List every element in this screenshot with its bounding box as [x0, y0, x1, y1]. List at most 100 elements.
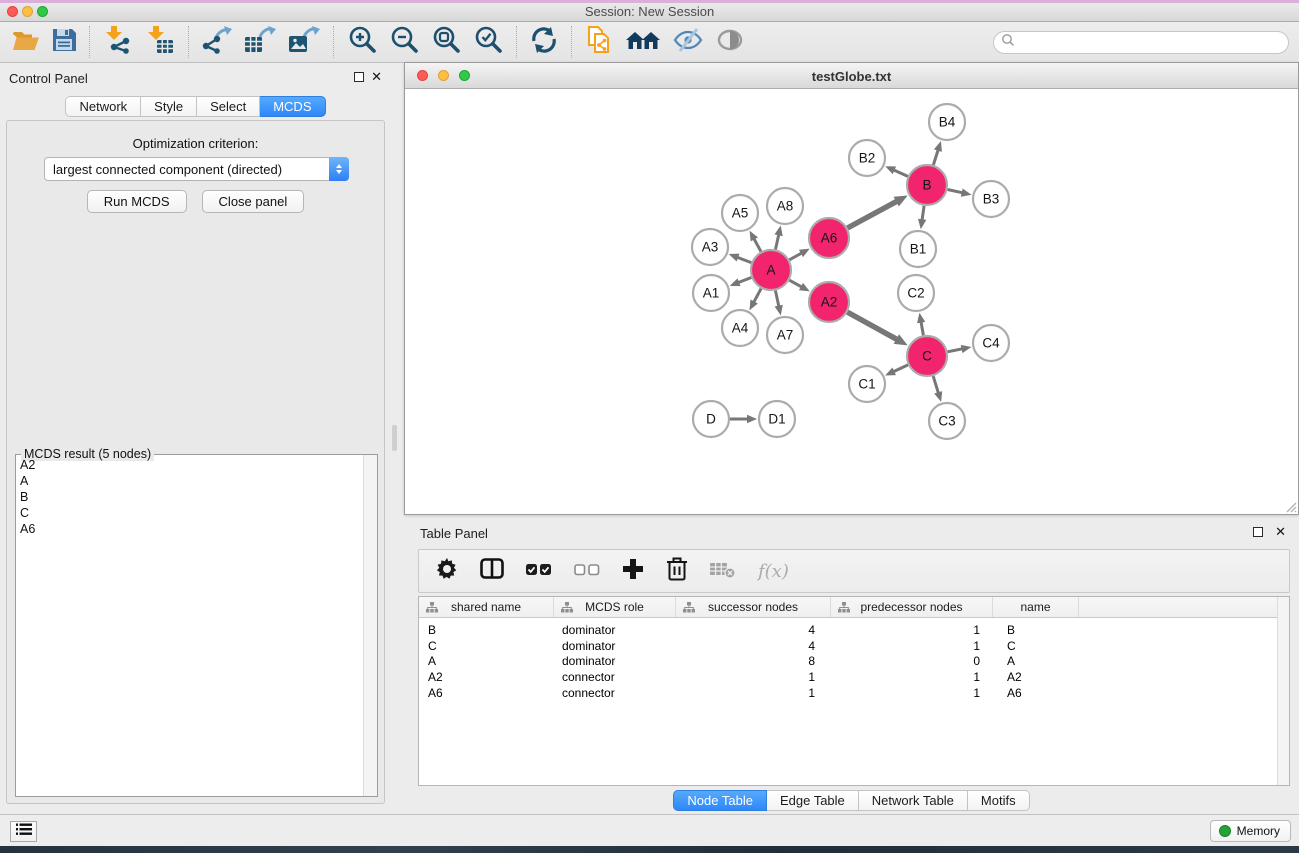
tab-mcds[interactable]: MCDS: [260, 96, 325, 117]
column-header-mcds-role[interactable]: MCDS role: [554, 597, 676, 617]
graph-edge[interactable]: [789, 253, 801, 260]
list-item[interactable]: C: [16, 505, 363, 521]
tab-network-table[interactable]: Network Table: [859, 790, 968, 811]
network-window-title: testGlobe.txt: [405, 69, 1298, 84]
resize-grip-icon[interactable]: [1284, 500, 1297, 513]
clone-network-button[interactable]: [579, 26, 619, 58]
show-panel-button[interactable]: [709, 26, 751, 58]
tab-node-table[interactable]: Node Table: [673, 790, 767, 811]
control-panel-header: Control Panel ✕: [0, 63, 391, 91]
graph-edge[interactable]: [948, 189, 963, 192]
hide-panels-button[interactable]: [667, 26, 709, 58]
table-tabs: Node Table Edge Table Network Table Moti…: [404, 790, 1299, 811]
graph-edge[interactable]: [754, 238, 761, 251]
table-row[interactable]: Bdominator41B: [419, 622, 1289, 638]
table-close-panel-icon[interactable]: ✕: [1275, 524, 1286, 540]
import-network-button[interactable]: [97, 26, 139, 58]
open-session-button[interactable]: [6, 26, 46, 58]
table-cell: B: [993, 623, 1079, 637]
panel-splitter-handle[interactable]: [392, 425, 397, 451]
graph-edge[interactable]: [893, 170, 907, 176]
settings-gear-icon[interactable]: [436, 558, 458, 585]
table-cell: 4: [676, 623, 831, 637]
network-canvas[interactable]: AA6A2BCA5A8A3A1A4A7B2B4B3B1C2C4C1C3DD1: [405, 89, 1298, 514]
table-scrollbar[interactable]: [1277, 597, 1289, 785]
graph-edge[interactable]: [933, 150, 938, 165]
zoom-out-button[interactable]: [383, 26, 425, 58]
search-input[interactable]: [1015, 33, 1288, 51]
export-network-button[interactable]: [196, 26, 238, 58]
show-panel-eye-icon: [715, 28, 745, 57]
list-item[interactable]: B: [16, 489, 363, 505]
close-panel-icon[interactable]: ✕: [371, 69, 382, 85]
zoom-selected-button[interactable]: [467, 26, 509, 58]
tab-motifs[interactable]: Motifs: [968, 790, 1030, 811]
export-image-button[interactable]: [282, 26, 326, 58]
table-cell: A2: [993, 670, 1079, 684]
table-toolbar: f(x): [418, 549, 1290, 593]
graph-edge[interactable]: [754, 289, 761, 303]
hierarchy-icon: [426, 602, 438, 616]
table-row[interactable]: Adominator80A: [419, 654, 1289, 670]
function-builder-icon[interactable]: f(x): [758, 561, 789, 582]
network-window-title-bar[interactable]: testGlobe.txt: [405, 63, 1298, 89]
toolbar-separator: [333, 26, 334, 58]
tab-style[interactable]: Style: [141, 96, 197, 117]
table-cell: 0: [831, 654, 993, 668]
graph-edge[interactable]: [847, 201, 897, 228]
select-all-icon[interactable]: [526, 561, 552, 582]
tab-network[interactable]: Network: [65, 96, 141, 117]
save-session-button[interactable]: [46, 26, 82, 58]
close-panel-button[interactable]: Close panel: [202, 190, 305, 213]
criterion-select[interactable]: largest connected component (directed): [44, 157, 349, 181]
graph-edge[interactable]: [948, 349, 963, 352]
table-row[interactable]: A2connector11A2: [419, 669, 1289, 685]
column-header-successor-nodes[interactable]: successor nodes: [676, 597, 831, 617]
mcds-result-list[interactable]: A2ABCA6: [16, 457, 363, 796]
graph-edge[interactable]: [737, 257, 751, 262]
save-session-icon: [52, 28, 76, 57]
add-column-icon[interactable]: [622, 558, 644, 585]
column-header-predecessor-nodes[interactable]: predecessor nodes: [831, 597, 993, 617]
split-columns-icon[interactable]: [480, 558, 504, 584]
graph-edge[interactable]: [922, 206, 924, 220]
table-row[interactable]: A6connector11A6: [419, 685, 1289, 701]
graph-edge[interactable]: [775, 291, 778, 307]
network-view-window: testGlobe.txt AA6A2BCA5A8A3A1A4A7B2B4B3B…: [404, 62, 1299, 515]
list-item[interactable]: A6: [16, 521, 363, 537]
import-table-button[interactable]: [139, 26, 181, 58]
run-mcds-button[interactable]: Run MCDS: [87, 190, 187, 213]
list-item[interactable]: A: [16, 473, 363, 489]
search-box[interactable]: [993, 31, 1289, 54]
delete-table-icon[interactable]: [710, 559, 736, 584]
home-button[interactable]: [619, 26, 667, 58]
column-header-shared-name[interactable]: shared name: [419, 597, 554, 617]
zoom-in-button[interactable]: [341, 26, 383, 58]
hierarchy-icon: [838, 602, 850, 616]
select-stepper-icon: [329, 157, 349, 181]
graph-edge[interactable]: [893, 365, 908, 372]
mcds-result-scrollbar[interactable]: [363, 455, 377, 796]
refresh-button[interactable]: [524, 26, 564, 58]
graph-edge[interactable]: [738, 278, 751, 283]
column-header-name[interactable]: name: [993, 597, 1079, 617]
list-item[interactable]: A2: [16, 457, 363, 473]
table-row[interactable]: Cdominator41C: [419, 638, 1289, 654]
tab-select[interactable]: Select: [197, 96, 260, 117]
delete-column-icon[interactable]: [666, 557, 688, 586]
table-float-panel-icon[interactable]: [1253, 527, 1263, 537]
export-table-button[interactable]: [238, 26, 282, 58]
status-bar: Memory: [0, 814, 1299, 846]
float-panel-icon[interactable]: [354, 72, 364, 82]
show-log-button[interactable]: [10, 821, 37, 842]
graph-edge[interactable]: [933, 376, 938, 393]
memory-button[interactable]: Memory: [1210, 820, 1291, 842]
graph-edge[interactable]: [789, 280, 801, 287]
zoom-fit-button[interactable]: [425, 26, 467, 58]
deselect-all-icon[interactable]: [574, 561, 600, 582]
graph-edge[interactable]: [847, 312, 897, 339]
graph-edge[interactable]: [775, 234, 778, 249]
tab-edge-table[interactable]: Edge Table: [767, 790, 859, 811]
graph-edge[interactable]: [921, 322, 923, 336]
list-icon: [16, 823, 32, 841]
